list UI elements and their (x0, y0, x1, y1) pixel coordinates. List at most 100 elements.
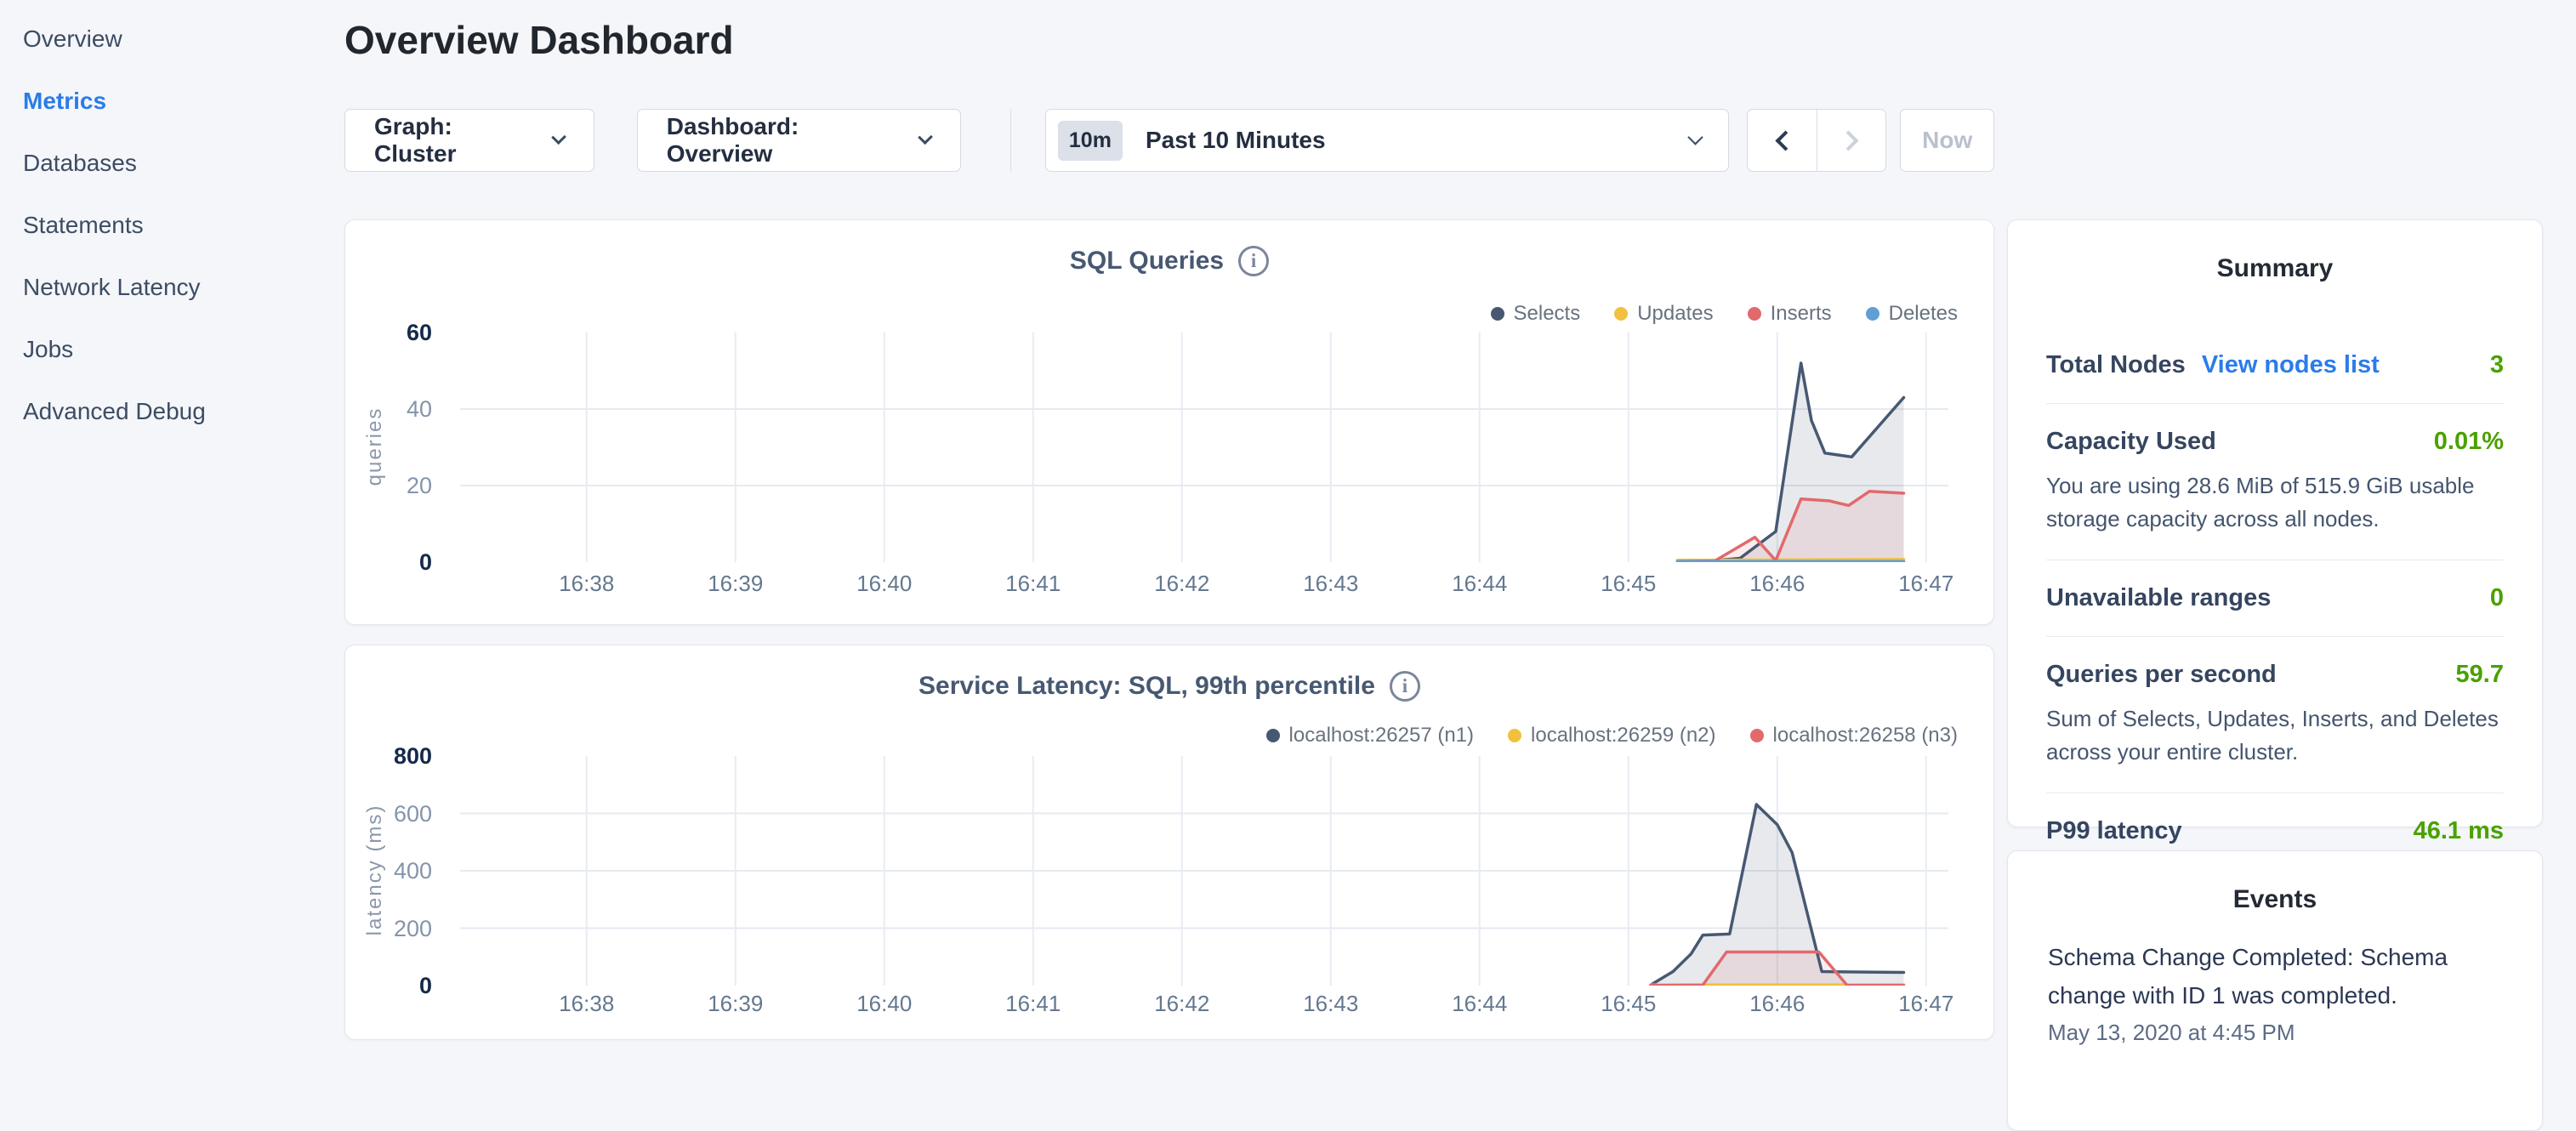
x-axis-ticks: 16:38 16:39 16:40 16:41 16:42 16:43 16:44 16:45… (460, 991, 1948, 1025)
sidebar-item-statements[interactable]: Statements (23, 213, 340, 237)
chart-canvas (460, 756, 1948, 986)
info-icon[interactable]: i (1390, 671, 1420, 702)
x-tick-label: 16:40 (856, 991, 912, 1017)
sidebar: Overview Metrics Databases Statements Networ… (0, 0, 340, 1051)
legend-dot-icon (1266, 729, 1280, 742)
y-tick-label: 800 (394, 742, 432, 770)
x-tick-label: 16:41 (1005, 571, 1061, 597)
chevron-down-icon (1688, 129, 1703, 145)
summary-row: Capacity Used0.01%You are using 28.6 MiB… (2046, 404, 2504, 560)
divider (1010, 109, 1011, 172)
events-panel: Events Schema Change Completed: Schema c… (2007, 850, 2543, 1131)
sidebar-item-jobs[interactable]: Jobs (23, 338, 340, 361)
x-tick-label: 16:42 (1154, 571, 1209, 597)
chart-plot[interactable] (460, 756, 1948, 986)
y-axis-ticks: 0204060 (345, 332, 447, 562)
legend-item[interactable]: Deletes (1866, 302, 1958, 326)
summary-row: Unavailable ranges 0 (2046, 560, 2504, 636)
summary-panel: Summary Total NodesView nodes list3Capac… (2007, 219, 2543, 827)
y-tick-label: 0 (419, 548, 432, 576)
legend-item[interactable]: Inserts (1748, 302, 1832, 326)
x-tick-label: 16:38 (559, 991, 614, 1017)
y-axis-title: queries (363, 332, 387, 561)
summary-row: Queries per second59.7Sum of Selects, Up… (2046, 637, 2504, 793)
prev-time-button[interactable] (1747, 109, 1817, 172)
chevron-down-icon (918, 129, 934, 145)
event-item[interactable]: Schema Change Completed: Schema change w… (2048, 938, 2502, 1046)
legend-dot-icon (1748, 307, 1761, 321)
x-tick-label: 16:39 (708, 571, 763, 597)
chart-title: SQL Queries (1070, 247, 1224, 276)
legend-item[interactable]: localhost:26259 (n2) (1508, 724, 1715, 747)
legend-item[interactable]: localhost:26257 (n1) (1266, 724, 1474, 747)
graph-scope-dropdown[interactable]: Graph: Cluster (344, 109, 594, 172)
legend-label: Updates (1637, 302, 1713, 326)
chart-legend: localhost:26257 (n1) localhost:26259 (n2)… (1266, 724, 1958, 747)
x-tick-label: 16:39 (708, 991, 763, 1017)
legend-dot-icon (1614, 307, 1628, 321)
time-range-badge: 10m (1058, 121, 1123, 161)
x-tick-label: 16:40 (856, 571, 912, 597)
summary-row-label: Unavailable ranges (2046, 584, 2271, 612)
legend-dot-icon (1491, 307, 1504, 321)
x-tick-label: 16:46 (1749, 571, 1805, 597)
legend-label: Selects (1514, 302, 1581, 326)
info-icon[interactable]: i (1238, 246, 1269, 276)
sql-queries-chart-card: SQL Queries i Selects Updates Inserts Delet… (344, 219, 1994, 625)
summary-row-value: 3 (2490, 351, 2504, 379)
summary-row-description: Sum of Selects, Updates, Inserts, and De… (2046, 702, 2504, 769)
x-tick-label: 16:45 (1601, 571, 1656, 597)
summary-row-value: 0 (2490, 584, 2504, 612)
legend-item[interactable]: localhost:26258 (n3) (1750, 724, 1958, 747)
chart-plot[interactable] (460, 332, 1948, 562)
y-axis-ticks: 0200400600800 (345, 756, 447, 986)
x-axis-ticks: 16:3816:3916:4016:4116:4216:4316:4416:45… (460, 571, 1948, 605)
sidebar-item-network-latency[interactable]: Network Latency (23, 276, 340, 299)
summary-row-value: 59.7 (2456, 661, 2504, 689)
x-tick-label: 16:44 (1452, 571, 1507, 597)
page-title: Overview Dashboard (344, 17, 734, 63)
summary-row-label: Capacity Used (2046, 428, 2216, 456)
event-timestamp: May 13, 2020 at 4:45 PM (2048, 1020, 2502, 1046)
x-tick-label: 16:41 (1005, 991, 1061, 1017)
legend-label: Inserts (1771, 302, 1832, 326)
y-tick-label: 40 (407, 395, 432, 423)
x-tick-label: 16:44 (1452, 991, 1507, 1017)
time-pager (1747, 109, 1886, 172)
sidebar-item-metrics[interactable]: Metrics (23, 89, 340, 113)
legend-item[interactable]: Updates (1614, 302, 1713, 326)
x-tick-label: 16:38 (559, 571, 614, 597)
sidebar-item-advanced-debug[interactable]: Advanced Debug (23, 400, 340, 423)
now-button[interactable]: Now (1900, 109, 1994, 172)
summary-row-value: 46.1 ms (2414, 817, 2504, 845)
legend-dot-icon (1866, 307, 1879, 321)
summary-row-label: P99 latency (2046, 817, 2182, 845)
x-tick-label: 16:43 (1303, 991, 1358, 1017)
legend-label: localhost:26258 (n3) (1773, 724, 1958, 747)
events-title: Events (2048, 885, 2502, 914)
service-latency-chart-card: Service Latency: SQL, 99th percentile i … (344, 645, 1994, 1040)
time-range-label: Past 10 Minutes (1146, 127, 1326, 154)
dashboard-dropdown[interactable]: Dashboard: Overview (637, 109, 961, 172)
dashboard-label: Dashboard: Overview (667, 113, 899, 168)
x-tick-label: 16:42 (1154, 991, 1209, 1017)
x-tick-label: 16:47 (1898, 991, 1953, 1017)
legend-item[interactable]: Selects (1491, 302, 1581, 326)
controls-bar: Graph: Cluster Dashboard: Overview 10m P… (344, 109, 1994, 172)
y-tick-label: 0 (419, 972, 432, 999)
view-nodes-link[interactable]: View nodes list (2202, 351, 2380, 379)
chevron-down-icon (552, 129, 567, 145)
x-tick-label: 16:47 (1898, 571, 1953, 597)
event-text: Schema Change Completed: Schema change w… (2048, 938, 2502, 1014)
chart-legend: Selects Updates Inserts Deletes (1491, 302, 1959, 326)
x-tick-label: 16:45 (1601, 991, 1656, 1017)
next-time-button[interactable] (1817, 109, 1886, 172)
sidebar-item-databases[interactable]: Databases (23, 151, 340, 175)
sidebar-item-overview[interactable]: Overview (23, 27, 340, 51)
summary-rows: Total NodesView nodes list3Capacity Used… (2046, 327, 2504, 869)
time-range-picker[interactable]: 10m Past 10 Minutes (1045, 109, 1730, 172)
summary-title: Summary (2046, 254, 2504, 283)
chart-canvas (460, 332, 1948, 562)
y-axis-title: latency (ms) (363, 755, 387, 985)
summary-row-value: 0.01% (2434, 428, 2504, 456)
